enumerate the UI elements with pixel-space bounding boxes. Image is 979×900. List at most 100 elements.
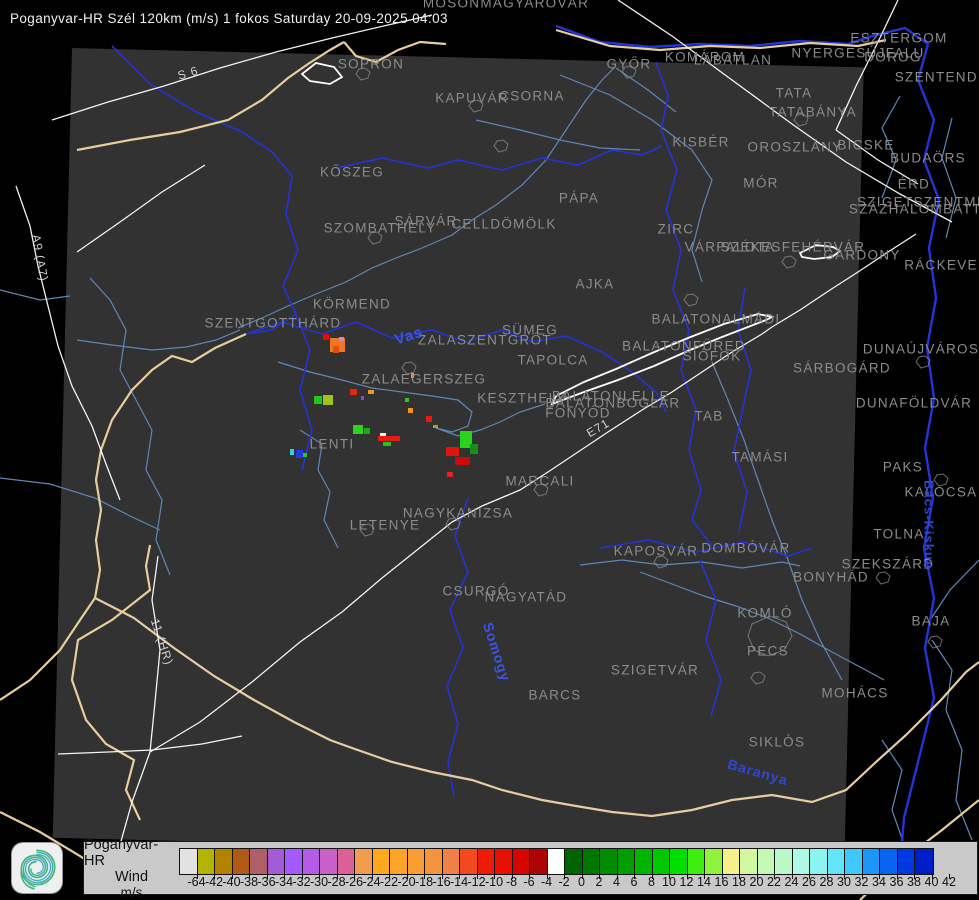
county-label: Bács-Kiskun [922, 480, 937, 570]
color-scale-swatch [198, 849, 216, 874]
city-label: BALATONALMÁDI [652, 312, 781, 327]
city-label: BAJA [912, 614, 951, 629]
city-label: KÖRMEND [313, 297, 391, 312]
city-label: BONYHÁD [793, 570, 869, 585]
color-scale-swatch [600, 849, 618, 874]
color-scale-swatch [618, 849, 636, 874]
city-label: BICSKE [837, 138, 894, 153]
color-scale-swatch [810, 849, 828, 874]
city-label: DOMBÓVÁR [701, 541, 790, 556]
city-label: TOLNA [873, 527, 924, 542]
city-label: SIKLÓS [749, 735, 806, 750]
color-scale-tick-label: 0 [578, 875, 585, 889]
color-scale-tick-label: -18 [415, 875, 433, 889]
color-scale-tick-label: 16 [715, 875, 729, 889]
city-label: SZENTGOTTHÁRD [205, 316, 342, 331]
color-scale-tick-label: 26 [802, 875, 816, 889]
city-label: RÁCKEVE [904, 258, 978, 273]
color-scale-tick-label: -12 [467, 875, 485, 889]
legend-unit: m/s [121, 885, 143, 900]
legend-field-name: Wind [115, 869, 148, 885]
city-label: KOMLÓ [737, 606, 792, 621]
radar-echo [378, 436, 400, 441]
color-scale-tick-label: -40 [222, 875, 240, 889]
radar-echo [290, 449, 294, 455]
color-scale-tick-label: -20 [397, 875, 415, 889]
color-scale-tick-label: -6 [523, 875, 534, 889]
city-label: GÁRDONY [823, 248, 900, 263]
color-scale-swatch [688, 849, 706, 874]
color-scale-tick-label: 4 [613, 875, 620, 889]
legend-title: Poganyvar-HR Wind m/s [84, 842, 179, 894]
color-scale-swatch [670, 849, 688, 874]
color-scale-swatch [513, 849, 531, 874]
color-scale-tick-label: 12 [680, 875, 694, 889]
color-scale-tick-label: -28 [327, 875, 345, 889]
color-scale-bar [179, 848, 934, 875]
color-scale-swatch [775, 849, 793, 874]
radar-echo [323, 334, 329, 340]
color-scale-tick-label: 30 [837, 875, 851, 889]
color-scale-tick-label: 40 [925, 875, 939, 889]
radar-echo [447, 472, 453, 477]
color-scale-swatch [565, 849, 583, 874]
color-scale-tick-label: 20 [750, 875, 764, 889]
color-scale-tick-label: 36 [890, 875, 904, 889]
color-scale-swatch [373, 849, 391, 874]
color-scale-swatch [425, 849, 443, 874]
radar-echo [368, 390, 374, 394]
color-scale-tick-label: 18 [732, 875, 746, 889]
city-label: DUNAÚJVÁROS [863, 342, 979, 357]
color-scale-swatch [653, 849, 671, 874]
color-scale-swatch [880, 849, 898, 874]
city-label: KISBÉR [672, 135, 729, 150]
radar-echo [303, 453, 307, 457]
city-label: AJKA [576, 277, 615, 292]
color-scale-swatch [268, 849, 286, 874]
color-scale-swatch [723, 849, 741, 874]
color-scale-swatch [338, 849, 356, 874]
city-label: MARCALI [505, 474, 574, 489]
city-label: PÉCS [747, 644, 789, 659]
radar-echo [314, 396, 322, 404]
color-scale-tick-label: -30 [310, 875, 328, 889]
color-scale-swatch [705, 849, 723, 874]
color-scale-tick-label: 34 [872, 875, 886, 889]
radar-echo [405, 398, 409, 402]
radar-echo [296, 450, 303, 458]
radar-echo [383, 442, 391, 446]
radar-echo [408, 408, 413, 413]
color-scale-swatch [863, 849, 881, 874]
city-label: LENTI [310, 437, 355, 452]
city-label: KALOCSA [905, 485, 978, 500]
color-scale-tick-label: -36 [257, 875, 275, 889]
radar-echo [426, 416, 432, 422]
radar-echo [455, 457, 470, 465]
city-label: CELLDÖMÖLK [451, 217, 556, 232]
radar-echo [446, 447, 459, 456]
color-scale-swatch [303, 849, 321, 874]
color-scale-swatch [548, 849, 566, 874]
city-label: TATABÁNYA [769, 105, 857, 120]
city-label: PAKS [883, 460, 923, 475]
color-scale-swatch [530, 849, 548, 874]
city-label: MOSONMAGYARÓVÁR [423, 0, 589, 11]
color-scale-tick-label: -26 [345, 875, 363, 889]
color-scale-swatch [635, 849, 653, 874]
color-scale-tick-label: -24 [362, 875, 380, 889]
city-label: DOROG [864, 50, 922, 65]
radar-echo [470, 444, 478, 454]
color-scale-swatch [320, 849, 338, 874]
radar-echo [323, 395, 333, 405]
color-scale-tick-label: -32 [292, 875, 310, 889]
city-label: SZÁZHALOMBATTA [849, 202, 979, 217]
color-scale-tick-label: -38 [240, 875, 258, 889]
map-canvas [0, 0, 979, 900]
radar-echo [339, 337, 344, 341]
city-label: SOPRON [338, 57, 404, 72]
color-scale-tick-label: -16 [432, 875, 450, 889]
color-scale-tick-label: -10 [485, 875, 503, 889]
color-scale-tick-label: 2 [596, 875, 603, 889]
color-scale-tick-label: 10 [662, 875, 676, 889]
color-scale-swatch [180, 849, 198, 874]
